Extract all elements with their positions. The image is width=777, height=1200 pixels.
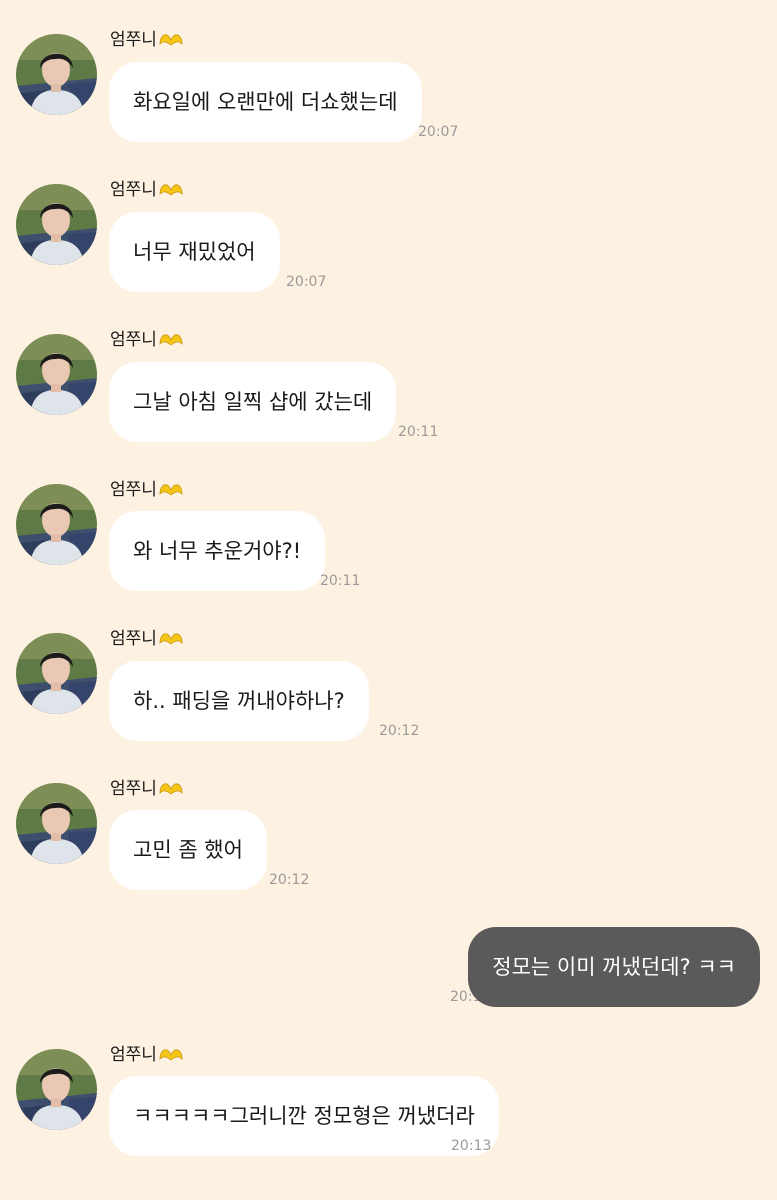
heart-hands-icon <box>159 182 183 198</box>
heart-hands-icon <box>159 332 183 348</box>
heart-hands-icon <box>159 781 183 797</box>
message-bubble[interactable]: ㅋㅋㅋㅋㅋ그러니깐 정모형은 꺼냈더라 <box>109 1076 499 1156</box>
sender-name: 엄쭈니 <box>110 180 183 200</box>
avatar[interactable] <box>16 484 97 565</box>
heart-hands-icon <box>159 482 183 498</box>
message-bubble[interactable]: 하.. 패딩을 꺼내야하나? <box>109 661 369 741</box>
sender-name-text: 엄쭈니 <box>110 30 157 50</box>
sender-name: 엄쭈니 <box>110 480 183 500</box>
sender-name-text: 엄쭈니 <box>110 1045 157 1065</box>
avatar[interactable] <box>16 334 97 415</box>
message-time: 20:12 <box>379 723 420 739</box>
message-time: 20:11 <box>320 573 361 589</box>
sender-name: 엄쭈니 <box>110 30 183 50</box>
sender-name-text: 엄쭈니 <box>110 330 157 350</box>
heart-hands-icon <box>159 631 183 647</box>
sender-name: 엄쭈니 <box>110 629 183 649</box>
message-time: 20:12 <box>269 872 310 888</box>
avatar[interactable] <box>16 34 97 115</box>
sender-name: 엄쭈니 <box>110 779 183 799</box>
message-bubble-outgoing[interactable]: 정모는 이미 꺼냈던데? ㅋㅋ <box>468 927 760 1007</box>
sender-name-text: 엄쭈니 <box>110 180 157 200</box>
avatar[interactable] <box>16 184 97 265</box>
message-bubble[interactable]: 고민 좀 했어 <box>109 810 267 890</box>
message-bubble[interactable]: 와 너무 추운거야?! <box>109 511 326 591</box>
sender-name-text: 엄쭈니 <box>110 629 157 649</box>
message-time: 20:13 <box>451 1138 492 1154</box>
sender-name-text: 엄쭈니 <box>110 480 157 500</box>
message-bubble[interactable]: 너무 재밌었어 <box>109 212 280 292</box>
sender-name-text: 엄쭈니 <box>110 779 157 799</box>
sender-name: 엄쭈니 <box>110 1045 183 1065</box>
heart-hands-icon <box>159 32 183 48</box>
chat-screen: { "chat": { "sender_name": "엄쭈니", "name_… <box>0 0 777 1200</box>
avatar[interactable] <box>16 783 97 864</box>
heart-hands-icon <box>159 1047 183 1063</box>
message-bubble[interactable]: 그날 아침 일찍 샵에 갔는데 <box>109 362 397 442</box>
avatar[interactable] <box>16 633 97 714</box>
avatar[interactable] <box>16 1049 97 1130</box>
message-bubble[interactable]: 화요일에 오랜만에 더쇼했는데 <box>109 62 422 142</box>
message-time: 20:07 <box>418 124 459 140</box>
sender-name: 엄쭈니 <box>110 330 183 350</box>
message-time: 20:11 <box>398 424 439 440</box>
message-time: 20:07 <box>286 274 327 290</box>
